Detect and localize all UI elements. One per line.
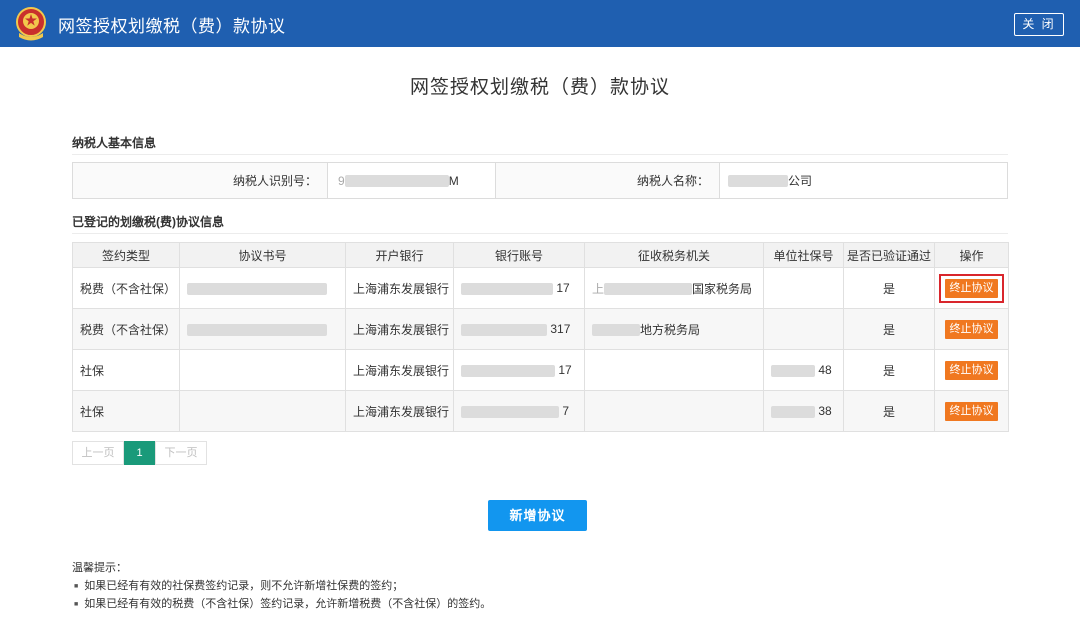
tips-title: 温馨提示： [72,562,127,574]
sign-type-cell: 税费（不含社保） [72,308,180,350]
social-number-suffix: 48 [818,363,832,377]
authority-suffix: 地方税务局 [640,322,701,337]
section-divider [72,154,1008,155]
add-agreement-button[interactable]: 新增协议 [488,500,587,531]
masked-text [187,323,327,336]
sign-type-cell: 社保 [72,349,180,391]
column-header: 协议书号 [179,242,346,268]
bank-cell: 上海浦东发展银行 [345,308,454,350]
table-row: 税费（不含社保） 上海浦东发展银行 317 地方税务局 是 终止协议 [72,308,1009,350]
taxpayer-id-suffix: M [448,173,459,188]
basic-info-section-title: 纳税人基本信息 [72,136,157,150]
authority-cell [584,349,764,391]
verified-cell: 是 [843,267,935,309]
terminate-agreement-button[interactable]: 终止协议 [945,278,998,298]
column-header: 银行账号 [453,242,585,268]
masked-text [728,174,788,187]
next-page-button[interactable]: 下一页 [155,441,207,465]
sign-type-cell: 税费（不含社保） [72,267,180,309]
page-number-button[interactable]: 1 [124,441,155,465]
authority-cell [584,390,764,432]
social-number-suffix: 38 [818,404,832,418]
app-title: 网签授权划缴税（费）款协议 [58,17,286,36]
agreements-section-title: 已登记的划缴税(费)协议信息 [72,215,224,229]
taxpayer-id-label: 纳税人识别号： [73,163,328,198]
authority-cell: 上 国家税务局 [584,267,764,309]
masked-text [461,282,553,295]
taxpayer-id-value: 9 M [328,163,496,198]
basic-info-table: 纳税人识别号： 9 M 纳税人名称： 公司 [72,162,1008,199]
taxpayer-name-value: 公司 [720,163,1007,198]
terminate-agreement-button[interactable]: 终止协议 [945,319,998,339]
column-header: 操作 [934,242,1009,268]
terminate-agreement-button[interactable]: 终止协议 [945,360,998,380]
pagination: 上一页 1 下一页 [72,441,207,465]
social-number-cell [763,267,844,309]
close-button[interactable]: 关 闭 [1014,13,1064,36]
verified-cell: 是 [843,308,935,350]
social-number-cell [763,308,844,350]
table-row: 税费（不含社保） 上海浦东发展银行 17 上 国家税务局 是 终止协议 [72,267,1009,309]
authority-prefix: 上 [592,281,605,296]
prev-page-button[interactable]: 上一页 [72,441,124,465]
agreement-number-cell [179,349,346,391]
masked-text [592,324,640,337]
tip-item: 如果已经有有效的社保费签约记录，则不允许新增社保费的签约； [74,577,403,593]
top-bar: 网签授权划缴税（费）款协议 关 闭 [0,0,1080,47]
agreement-number-cell [179,390,346,432]
table-row: 社保 上海浦东发展银行 7 38 是 终止协议 [72,390,1009,432]
terminate-agreement-button[interactable]: 终止协议 [945,401,998,421]
bank-cell: 上海浦东发展银行 [345,267,454,309]
taxpayer-name-suffix: 公司 [788,174,813,188]
sign-type-cell: 社保 [72,390,180,432]
masked-text [344,174,449,187]
tax-emblem-icon [16,7,46,41]
authority-cell: 地方税务局 [584,308,764,350]
action-cell: 终止协议 [934,308,1009,350]
taxpayer-id-prefix: 9 [338,173,345,188]
masked-text [461,323,547,336]
bank-cell: 上海浦东发展银行 [345,390,454,432]
bank-cell: 上海浦东发展银行 [345,349,454,391]
column-header: 单位社保号 [763,242,844,268]
masked-text [771,364,815,377]
account-suffix: 7 [562,404,570,418]
section-divider [72,233,1008,234]
taxpayer-name-label: 纳税人名称： [496,163,720,198]
page-title: 网签授权划缴税（费）款协议 [409,77,670,98]
account-cell: 7 [453,390,585,432]
tip-item: 如果已经有有效的税费（不含社保）签约记录，允许新增税费（不含社保）的签约。 [74,595,491,611]
table-header-row: 签约类型 协议书号 开户银行 银行账号 征收税务机关 单位社保号 是否已验证通过… [72,242,1009,268]
account-cell: 17 [453,349,585,391]
verified-cell: 是 [843,349,935,391]
action-cell: 终止协议 [934,390,1009,432]
account-cell: 317 [453,308,585,350]
column-header: 征收税务机关 [584,242,764,268]
column-header: 是否已验证通过 [843,242,935,268]
social-number-cell: 48 [763,349,844,391]
masked-text [604,283,693,296]
account-suffix: 317 [550,322,571,336]
masked-text [461,364,555,377]
action-cell: 终止协议 [934,267,1009,309]
masked-text [187,282,327,295]
column-header: 签约类型 [72,242,180,268]
table-row: 社保 上海浦东发展银行 17 48 是 终止协议 [72,349,1009,391]
account-cell: 17 [453,267,585,309]
masked-text [771,405,815,418]
authority-suffix: 国家税务局 [692,281,753,296]
agreements-table: 签约类型 协议书号 开户银行 银行账号 征收税务机关 单位社保号 是否已验证通过… [72,242,1009,432]
verified-cell: 是 [843,390,935,432]
social-number-cell: 38 [763,390,844,432]
action-cell: 终止协议 [934,349,1009,391]
account-suffix: 17 [556,281,570,295]
agreement-number-cell [179,308,346,350]
highlight-frame: 终止协议 [939,273,1004,303]
agreement-number-cell [179,267,346,309]
account-suffix: 17 [558,363,572,377]
column-header: 开户银行 [345,242,454,268]
masked-text [461,405,559,418]
